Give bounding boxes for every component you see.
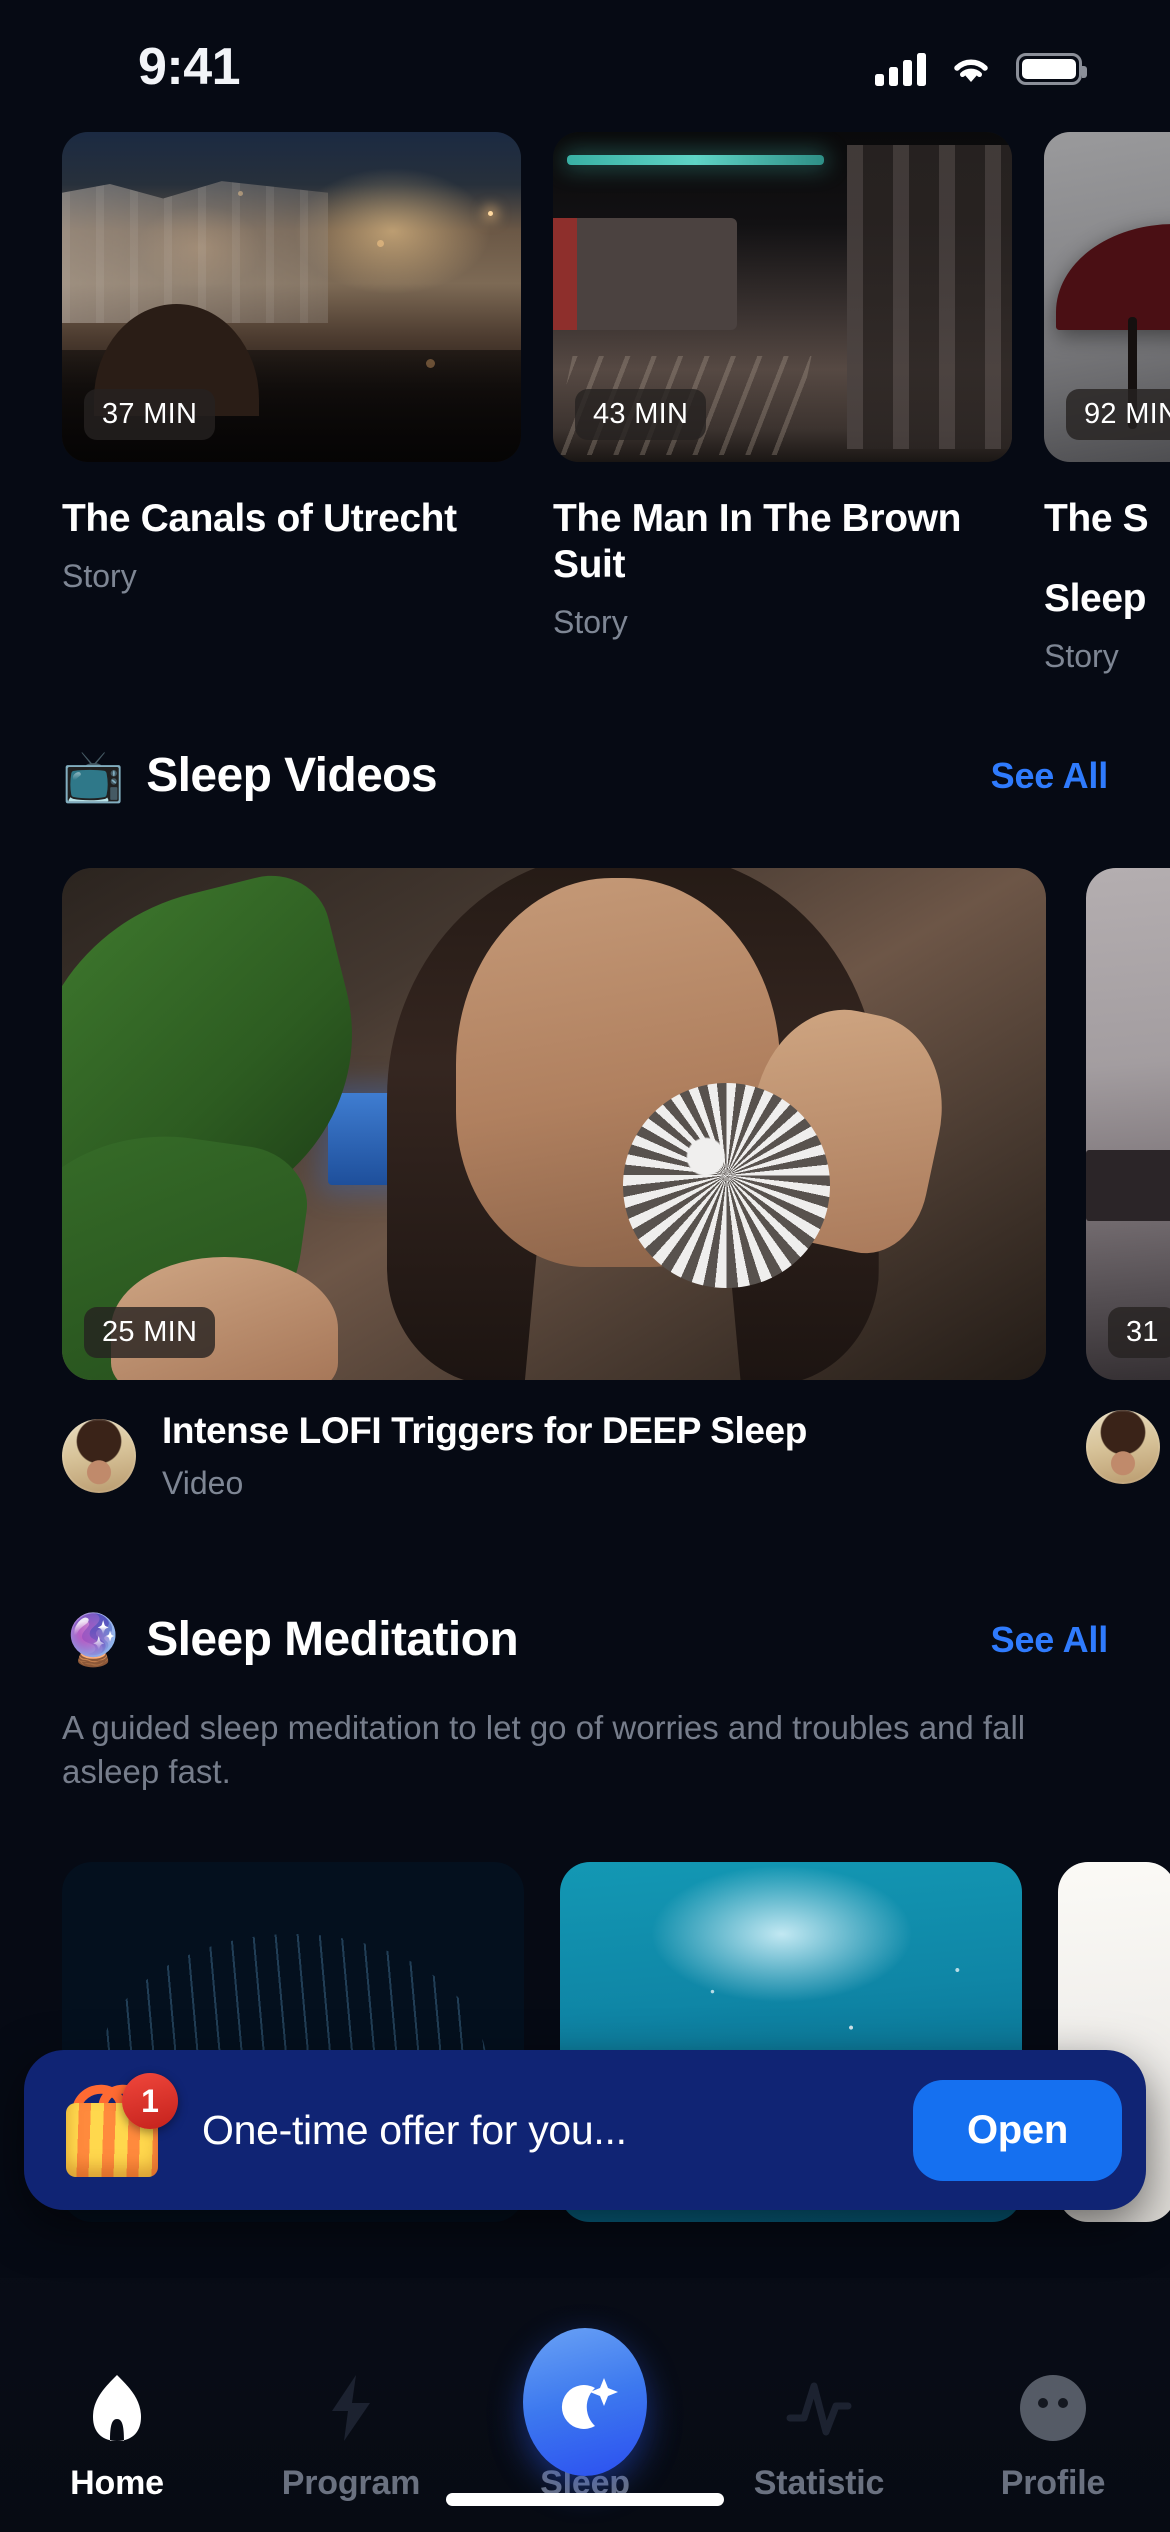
duration-badge: 43 MIN xyxy=(575,389,707,440)
tab-home[interactable]: Home xyxy=(17,2370,217,2503)
story-title: The S xyxy=(1044,497,1149,540)
tab-label: Home xyxy=(70,2464,164,2502)
status-indicators xyxy=(875,52,1087,86)
story-category: Story xyxy=(1044,638,1119,675)
video-card[interactable]: 31 xyxy=(1086,868,1170,1502)
sleep-meditation-header: 🔮 Sleep Meditation See All xyxy=(0,1612,1170,1667)
home-indicator[interactable] xyxy=(446,2493,724,2506)
crescent-moon-star-icon xyxy=(561,2378,618,2429)
profile-face-icon xyxy=(1018,2370,1088,2446)
video-thumbnail[interactable]: 25 MIN xyxy=(62,868,1046,1380)
story-title-line2: Sleep xyxy=(1044,577,1147,621)
wifi-icon xyxy=(954,59,988,82)
story-thumbnail[interactable]: 43 MIN xyxy=(553,132,1012,462)
duration-badge: 37 MIN xyxy=(84,389,216,440)
crystal-ball-icon: 🔮 xyxy=(62,1611,125,1668)
duration-badge: 31 xyxy=(1108,1307,1170,1358)
status-time: 9:41 xyxy=(138,38,241,96)
video-card[interactable]: 25 MIN Intense LOFI Triggers for DEEP Sl… xyxy=(62,868,1046,1502)
video-meta xyxy=(1086,1410,1170,1484)
battery-full-icon xyxy=(1016,53,1087,85)
duration-badge: 92 MIN xyxy=(1066,389,1170,440)
tab-profile[interactable]: Profile xyxy=(953,2370,1153,2503)
avatar[interactable] xyxy=(62,1418,136,1493)
room-video-image xyxy=(1086,868,1170,1380)
video-category: Video xyxy=(162,1464,244,1501)
video-meta: Intense LOFI Triggers for DEEP Sleep Vid… xyxy=(62,1410,1046,1502)
television-icon: 📺 xyxy=(62,747,125,804)
platform-columns xyxy=(846,145,1012,449)
story-thumbnail[interactable]: 37 MIN xyxy=(62,132,521,462)
sleep-videos-header: 📺 Sleep Videos See All xyxy=(0,748,1170,803)
sleep-videos-carousel[interactable]: 25 MIN Intense LOFI Triggers for DEEP Sl… xyxy=(0,868,1170,1502)
status-bar: 9:41 xyxy=(0,0,1170,120)
ceiling-light xyxy=(566,155,824,166)
tab-label: Profile xyxy=(1000,2464,1106,2502)
avatar[interactable] xyxy=(1086,1410,1160,1484)
story-category: Story xyxy=(62,558,137,595)
cellular-signal-icon xyxy=(875,52,926,86)
promo-message: One-time offer for you... xyxy=(202,2106,627,2153)
video-title: Intense LOFI Triggers for DEEP Sleep xyxy=(162,1410,807,1451)
story-card[interactable]: 92 MIN The S Sleep Story xyxy=(1044,132,1170,675)
story-title: The Man In The Brown Suit xyxy=(553,497,961,587)
home-icon xyxy=(85,2370,149,2446)
tab-label: Program xyxy=(281,2464,421,2502)
lightning-bolt-icon xyxy=(322,2370,380,2446)
tab-program[interactable]: Program xyxy=(251,2370,451,2503)
story-thumbnail[interactable]: 92 MIN xyxy=(1044,132,1170,462)
story-title: The Canals of Utrecht xyxy=(62,497,457,540)
stories-carousel[interactable]: 37 MIN The Canals of Utrecht Story 43 MI… xyxy=(0,132,1170,675)
tab-sleep[interactable]: Sleep xyxy=(485,2328,685,2503)
tab-label: Statistic xyxy=(753,2464,885,2502)
promo-banner[interactable]: 1 One-time offer for you... Open xyxy=(24,2050,1146,2210)
story-card[interactable]: 37 MIN The Canals of Utrecht Story xyxy=(62,132,521,675)
see-all-link-videos[interactable]: See All xyxy=(991,755,1109,797)
section-title: Sleep Meditation xyxy=(146,1613,519,1666)
activity-pulse-icon xyxy=(784,2370,854,2446)
story-card[interactable]: 43 MIN The Man In The Brown Suit Story xyxy=(553,132,1012,675)
see-all-link-meditation[interactable]: See All xyxy=(991,1619,1109,1661)
notification-badge: 1 xyxy=(122,2073,178,2129)
app-screen: 37 MIN The Canals of Utrecht Story 43 MI… xyxy=(0,0,1170,2532)
duration-badge: 25 MIN xyxy=(84,1307,216,1358)
story-category: Story xyxy=(553,604,628,641)
open-button[interactable]: Open xyxy=(912,2079,1122,2181)
section-title: Sleep Videos xyxy=(146,749,437,802)
tab-statistic[interactable]: Statistic xyxy=(719,2370,919,2503)
section-description: A guided sleep meditation to let go of w… xyxy=(62,1709,1026,1791)
fluffy-microphone-icon xyxy=(622,1083,830,1288)
gift-icon: 1 xyxy=(58,2073,178,2185)
sleep-fab[interactable] xyxy=(523,2328,647,2476)
video-thumbnail[interactable]: 31 xyxy=(1086,868,1170,1380)
